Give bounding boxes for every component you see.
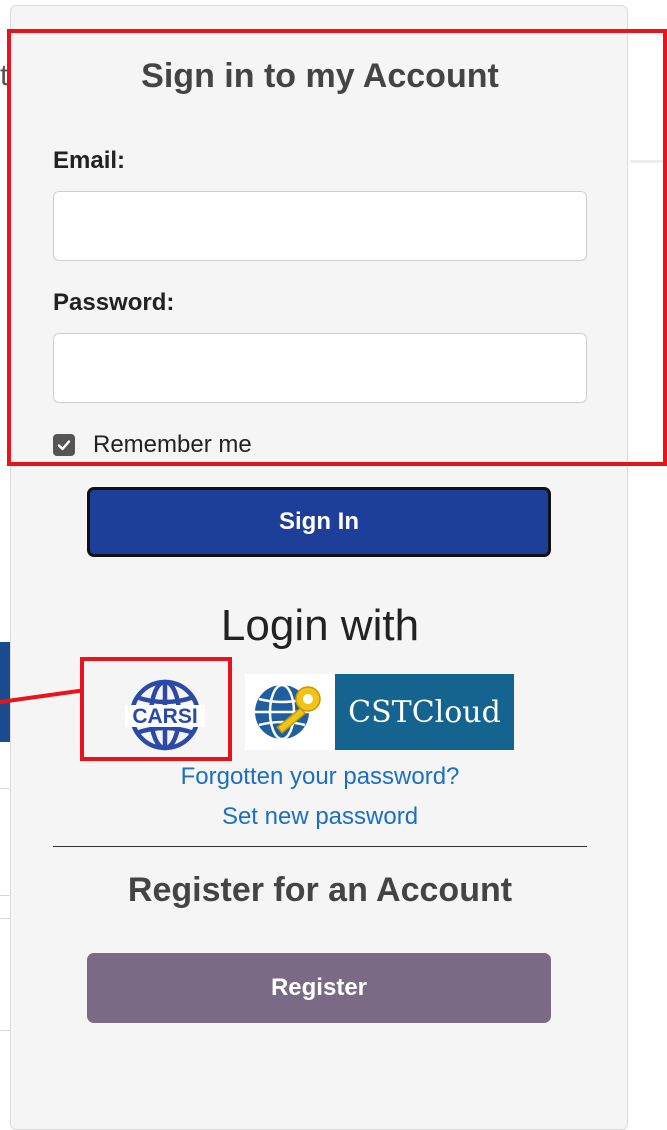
background-line (0, 895, 10, 896)
register-button[interactable]: Register (87, 953, 551, 1023)
remember-me-checkbox[interactable] (53, 434, 75, 456)
login-with-heading: Login with (220, 601, 420, 650)
carsi-globe-icon: CARSI (125, 679, 205, 751)
carsi-wordmark: CARSI (132, 705, 197, 728)
cstcloud-wordmark: CSTCloud (348, 694, 501, 730)
background-line (0, 918, 10, 919)
background-line (0, 1030, 10, 1031)
forgot-password-link[interactable]: Forgotten your password? (11, 762, 629, 792)
background-page-text: to (0, 59, 10, 92)
background-line (0, 788, 10, 789)
set-new-password-link[interactable]: Set new password (11, 802, 629, 832)
register-title: Register for an Account (127, 871, 513, 909)
checkmark-icon (57, 440, 71, 451)
login-panel: Sign in to my Account Email: Password: R… (10, 5, 628, 1130)
globe-key-icon (255, 683, 321, 741)
section-divider (53, 846, 587, 847)
cstcloud-emblem (245, 674, 335, 750)
carsi-login-button[interactable]: CARSI (104, 674, 226, 756)
background-blue-block (0, 642, 10, 742)
remember-me-label: Remember me (93, 431, 252, 458)
password-field[interactable] (53, 333, 587, 403)
signin-title: Sign in to my Account (141, 57, 499, 95)
password-label: Password: (53, 289, 175, 316)
remember-me-row[interactable]: Remember me (53, 430, 252, 460)
email-label: Email: (53, 147, 126, 174)
cstcloud-login-button[interactable]: CSTCloud (245, 674, 514, 750)
email-field[interactable] (53, 191, 587, 261)
background-divider (630, 160, 667, 163)
sign-in-button[interactable]: Sign In (87, 487, 551, 557)
